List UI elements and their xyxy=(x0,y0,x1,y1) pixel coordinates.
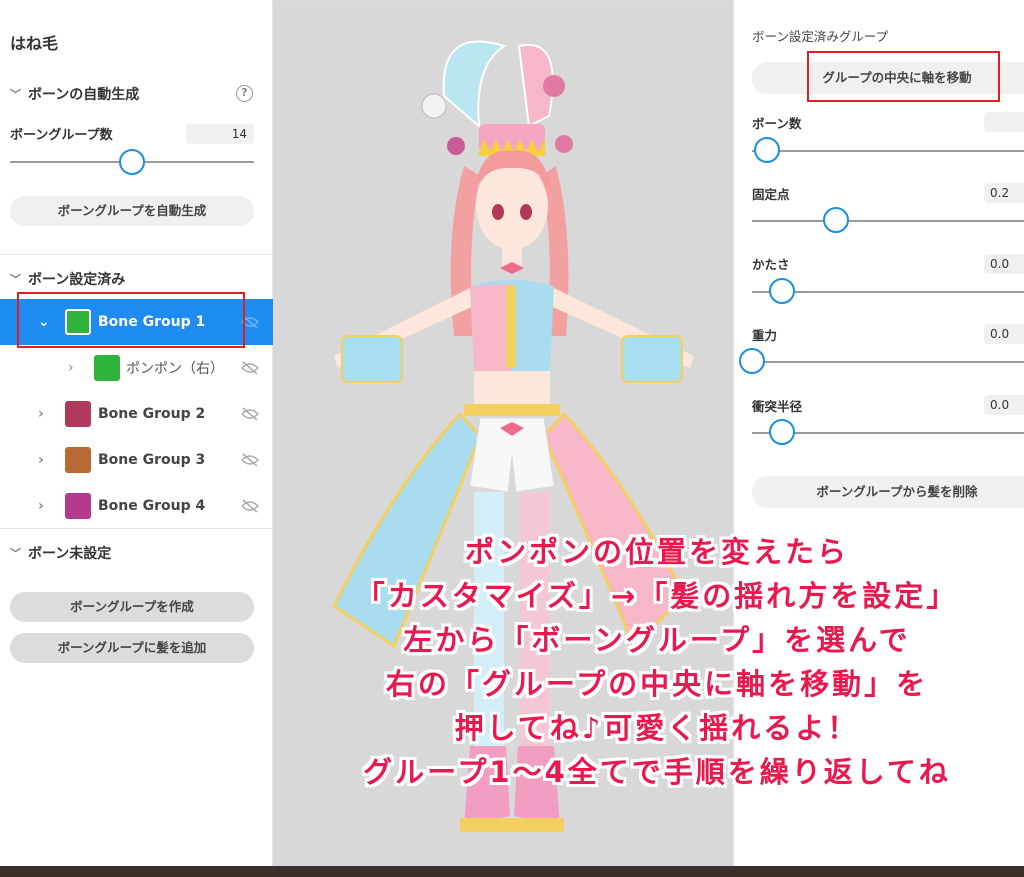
bone-group-row-3[interactable]: › Bone Group 3 xyxy=(0,437,273,483)
highlight-box xyxy=(807,51,1000,102)
remove-hair-from-group-button[interactable]: ボーングループから髪を削除 xyxy=(752,476,1024,508)
param-value-gravity[interactable]: 0.0 xyxy=(984,324,1024,344)
instruction-caption: ポンポンの位置を変えたら 「カスタマイズ」→「髪の揺れ方を設定」 左から「ボーン… xyxy=(290,530,1024,794)
caption-line-5: 押してね♪可愛く揺れるよ！ xyxy=(454,711,860,745)
color-swatch[interactable] xyxy=(65,447,91,473)
param-value-stiffness[interactable]: 0.0 xyxy=(984,254,1024,274)
param-label-bone-count: ボーン数 xyxy=(752,116,802,131)
color-swatch[interactable] xyxy=(65,493,91,519)
caption-line-4: 右の「グループの中央に軸を移動」を xyxy=(385,667,929,701)
bone-group-name: Bone Group 4 xyxy=(98,498,206,514)
caption-line-1: ポンポンの位置を変えたら xyxy=(464,535,849,569)
param-label-stiffness: かたさ xyxy=(752,257,790,272)
left-panel: はね毛 ﹀ ボーンの自動生成 ? ボーングループ数 14 ボーングループを自動生… xyxy=(0,0,273,866)
param-value-bone-count[interactable] xyxy=(984,112,1024,132)
bone-child-name: ポンポン（右） xyxy=(126,361,224,377)
caption-line-2: 「カスタマイズ」→「髪の揺れ方を設定」 xyxy=(355,579,959,613)
unset-section-header[interactable]: ﹀ ボーン未設定 xyxy=(10,543,111,563)
chevron-down-icon: ﹀ xyxy=(10,547,21,560)
add-hair-to-group-button[interactable]: ボーングループに髪を追加 xyxy=(10,633,254,663)
param-slider-knob[interactable] xyxy=(739,348,765,374)
auto-generate-heading: ボーンの自動生成 xyxy=(28,87,140,103)
chevron-right-icon[interactable]: › xyxy=(38,452,44,468)
param-slider-track[interactable] xyxy=(752,150,1024,152)
auto-generate-button[interactable]: ボーングループを自動生成 xyxy=(10,196,254,226)
visibility-off-icon[interactable] xyxy=(240,499,260,513)
unset-heading: ボーン未設定 xyxy=(28,546,112,562)
param-label-collision-radius: 衝突半径 xyxy=(752,399,803,414)
chevron-down-icon: ﹀ xyxy=(10,273,21,286)
visibility-off-icon[interactable] xyxy=(240,407,260,421)
bone-group-count-slider-knob[interactable] xyxy=(119,149,145,175)
param-label-gravity: 重力 xyxy=(752,328,778,343)
configured-section-header[interactable]: ﹀ ボーン設定済み xyxy=(10,269,125,289)
bone-group-row-2[interactable]: › Bone Group 2 xyxy=(0,391,273,437)
param-slider-track[interactable] xyxy=(752,361,1024,363)
bone-group-row-4[interactable]: › Bone Group 4 xyxy=(0,483,273,529)
caption-line-3: 左から「ボーングループ」を選んで xyxy=(403,623,911,657)
param-slider-knob[interactable] xyxy=(769,278,795,304)
configured-heading: ボーン設定済み xyxy=(28,272,126,288)
param-value-collision-radius[interactable]: 0.0 xyxy=(984,395,1024,415)
panel-title: はね毛 xyxy=(10,34,59,53)
visibility-off-icon[interactable] xyxy=(240,361,260,375)
configured-group-heading: ボーン設定済みグループ xyxy=(752,29,889,44)
param-label-fixed-point: 固定点 xyxy=(752,187,790,202)
bone-group-count-value[interactable]: 14 xyxy=(186,124,254,144)
color-swatch[interactable] xyxy=(65,401,91,427)
color-swatch[interactable] xyxy=(94,355,120,381)
help-icon[interactable]: ? xyxy=(236,85,253,102)
bone-group-count-label: ボーングループ数 xyxy=(10,128,113,143)
chevron-right-icon[interactable]: › xyxy=(38,406,44,422)
divider xyxy=(0,254,273,255)
param-value-fixed-point[interactable]: 0.2 xyxy=(984,183,1024,203)
create-bone-group-button[interactable]: ボーングループを作成 xyxy=(10,592,254,622)
chevron-right-icon[interactable]: › xyxy=(38,498,44,514)
highlight-box xyxy=(17,292,245,348)
divider xyxy=(0,528,273,529)
chevron-down-icon: ﹀ xyxy=(10,88,21,101)
bottom-bar xyxy=(0,866,1024,877)
caption-line-6: グループ1～4全てで手順を繰り返してね xyxy=(363,755,951,789)
param-slider-knob[interactable] xyxy=(769,419,795,445)
chevron-right-icon[interactable]: › xyxy=(68,360,74,376)
bone-group-name: Bone Group 2 xyxy=(98,406,206,422)
auto-generate-section-header[interactable]: ﹀ ボーンの自動生成 xyxy=(10,84,139,104)
param-slider-knob[interactable] xyxy=(823,207,849,233)
bone-child-row[interactable]: › ポンポン（右） xyxy=(0,345,273,391)
param-slider-track[interactable] xyxy=(752,220,1024,222)
visibility-off-icon[interactable] xyxy=(240,453,260,467)
bone-group-name: Bone Group 3 xyxy=(98,452,206,468)
param-slider-knob[interactable] xyxy=(754,137,780,163)
